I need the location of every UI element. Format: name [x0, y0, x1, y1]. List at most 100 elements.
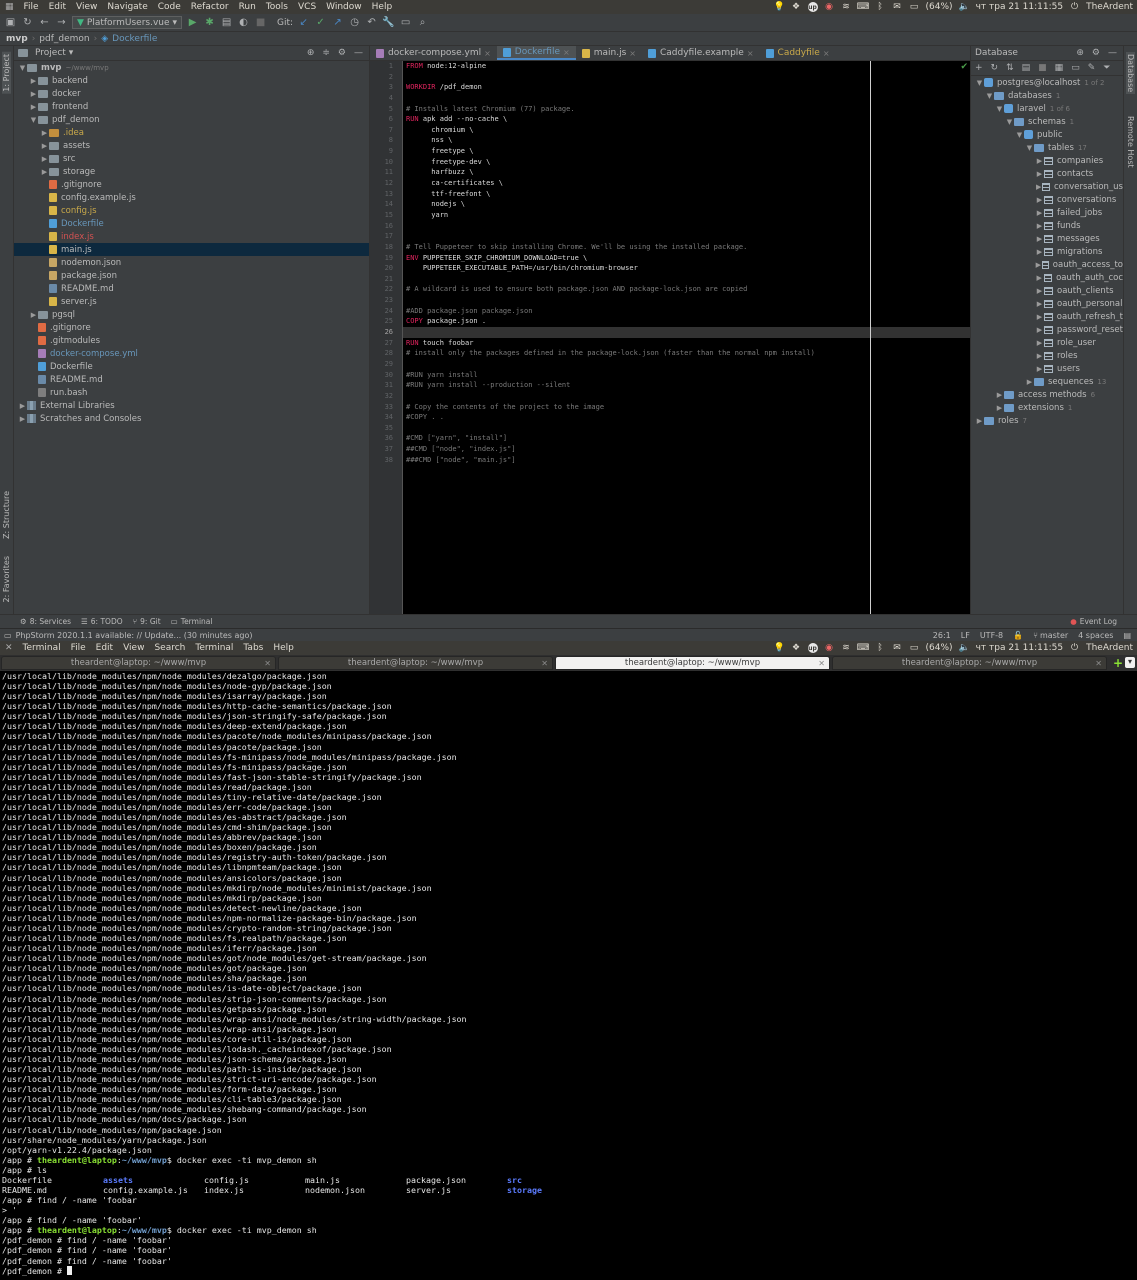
db-tree-item[interactable]: ▶ funds [971, 219, 1123, 232]
tree-item[interactable]: config.js [14, 204, 369, 217]
menu-window[interactable]: Window [321, 2, 367, 12]
user-name[interactable]: TheArdent [1086, 2, 1133, 12]
wifi-icon[interactable]: ≋ [841, 643, 852, 653]
keyboard-layout-icon[interactable]: ⌨ [857, 2, 870, 12]
close-icon[interactable]: × [747, 49, 754, 58]
status-message[interactable]: PhpStorm 2020.1.1 available: // Update..… [16, 631, 253, 640]
chevron-down-icon[interactable]: ▼ [975, 79, 984, 87]
power-icon[interactable]: ⏻ [1069, 2, 1080, 12]
chevron-right-icon[interactable]: ▶ [18, 415, 27, 423]
db-tree-item[interactable]: ▼ laravel 1 of 6 [971, 102, 1123, 115]
chevron-right-icon[interactable]: ▶ [1035, 248, 1044, 256]
chevron-right-icon[interactable]: ▶ [40, 129, 49, 137]
code-line[interactable]: ENV PUPPETEER_SKIP_CHROMIUM_DOWNLOAD=tru… [403, 253, 970, 264]
stop-icon[interactable]: ■ [254, 16, 267, 29]
db-tree-item[interactable]: ▶ users [971, 362, 1123, 375]
tree-item[interactable]: ▼ mvp ~/www/mvp [14, 61, 369, 74]
db-tree-item[interactable]: ▶ failed_jobs [971, 206, 1123, 219]
back-icon[interactable]: ← [38, 16, 51, 29]
tree-item[interactable]: Dockerfile [14, 360, 369, 373]
editor-tab[interactable]: main.js × [576, 46, 642, 60]
tree-item[interactable]: ▶ frontend [14, 100, 369, 113]
services-tool-button[interactable]: ⚙ 8: Services [20, 617, 71, 626]
chevron-right-icon[interactable]: ▶ [1035, 157, 1044, 165]
chevron-right-icon[interactable]: ▶ [1035, 261, 1042, 269]
chevron-right-icon[interactable]: ▶ [1035, 196, 1044, 204]
chevron-down-icon[interactable]: ▼ [18, 64, 27, 72]
chevron-right-icon[interactable]: ▶ [29, 103, 38, 111]
upwork-icon[interactable]: up [807, 643, 818, 653]
db-tree-item[interactable]: ▶ migrations [971, 245, 1123, 258]
menu-edit[interactable]: Edit [44, 2, 71, 12]
code-line[interactable]: ca-certificates \ [403, 178, 970, 189]
run-config-select[interactable]: ▼ PlatformUsers.vue ▾ [72, 16, 183, 29]
menu-code[interactable]: Code [153, 2, 186, 12]
git-update-icon[interactable]: ↙ [297, 16, 310, 29]
tree-item[interactable]: config.example.js [14, 191, 369, 204]
code-line[interactable]: ttf-freefont \ [403, 189, 970, 200]
indent-setting[interactable]: 4 spaces [1078, 631, 1113, 640]
close-icon[interactable]: × [484, 49, 491, 58]
close-icon[interactable]: × [563, 48, 570, 57]
save-icon[interactable]: ▣ [4, 16, 17, 29]
tree-item[interactable]: ▶ storage [14, 165, 369, 178]
locate-icon[interactable]: ⊕ [307, 48, 315, 58]
chevron-right-icon[interactable]: ▶ [1035, 326, 1044, 334]
filter-icon[interactable]: ⏷ [1103, 63, 1110, 73]
chevron-down-icon[interactable]: ▼ [995, 105, 1004, 113]
db-tree-item[interactable]: ▶ oauth_auth_coc [971, 271, 1123, 284]
chevron-down-icon[interactable]: ▼ [29, 116, 38, 124]
close-icon[interactable]: ✕ [1095, 659, 1102, 668]
menu-navigate[interactable]: Navigate [102, 2, 152, 12]
chevron-right-icon[interactable]: ▶ [1035, 365, 1044, 373]
properties-icon[interactable]: ▤ [1022, 63, 1031, 73]
close-icon[interactable]: × [823, 49, 830, 58]
line-separator[interactable]: LF [961, 631, 970, 640]
db-tree-item[interactable]: ▶ role_user [971, 336, 1123, 349]
table-icon[interactable]: ▦ [1055, 63, 1064, 73]
tree-item[interactable]: README.md [14, 373, 369, 386]
code-line[interactable] [403, 295, 970, 306]
code-line[interactable]: # Installs latest Chromium (77) package. [403, 104, 970, 115]
code-line[interactable]: #CMD ["yarn", "install"] [403, 433, 970, 444]
chevron-right-icon[interactable]: ▶ [29, 311, 38, 319]
menu-file[interactable]: File [19, 2, 44, 12]
tree-item[interactable]: main.js [14, 243, 369, 256]
menu-view[interactable]: View [118, 643, 149, 653]
refresh-icon[interactable]: ↻ [991, 63, 999, 73]
chevron-down-icon[interactable]: ▼ [1015, 131, 1024, 139]
dropbox-icon[interactable]: ❖ [791, 2, 802, 12]
db-tree-item[interactable]: ▶ roles [971, 349, 1123, 362]
git-rollback-icon[interactable]: ↶ [365, 16, 378, 29]
collapse-all-icon[interactable]: ≑ [322, 48, 330, 58]
chevron-right-icon[interactable]: ▶ [1035, 209, 1044, 217]
keyboard-layout-icon[interactable]: ⌨ [857, 643, 870, 653]
code-line[interactable]: nodejs \ [403, 199, 970, 210]
code-line[interactable]: COPY package.json . [403, 316, 970, 327]
chevron-right-icon[interactable]: ▶ [40, 168, 49, 176]
chevron-right-icon[interactable]: ▶ [1035, 183, 1042, 191]
chevron-right-icon[interactable]: ▶ [29, 77, 38, 85]
editor-tab[interactable]: docker-compose.yml × [370, 46, 497, 60]
bluetooth-icon[interactable]: ᛒ [875, 2, 886, 12]
tree-item[interactable]: .gitignore [14, 178, 369, 191]
tree-item[interactable]: ▶ Scratches and Consoles [14, 412, 369, 425]
code-line[interactable] [403, 391, 970, 402]
memory-icon[interactable]: ▤ [1123, 631, 1131, 640]
code-line[interactable] [403, 359, 970, 370]
chevron-right-icon[interactable]: ▶ [1035, 287, 1044, 295]
db-tree-item[interactable]: ▶ access methods 6 [971, 388, 1123, 401]
stop-icon[interactable]: ■ [1038, 63, 1047, 73]
event-log-button[interactable]: ● Event Log [1070, 617, 1137, 626]
sync-icon[interactable]: ↻ [21, 16, 34, 29]
db-tree-item[interactable]: ▶ companies [971, 154, 1123, 167]
tree-item[interactable]: ▼ pdf_demon [14, 113, 369, 126]
db-tree-item[interactable]: ▶ oauth_refresh_t [971, 310, 1123, 323]
menu-file[interactable]: File [66, 643, 91, 653]
volume-icon[interactable]: 🔈 [958, 2, 969, 12]
close-icon[interactable]: × [629, 49, 636, 58]
code-area[interactable]: FROM node:12-alpine WORKDIR /pdf_demon # I… [403, 61, 970, 614]
breadcrumb-item[interactable]: mvp [6, 34, 28, 44]
edit-icon[interactable]: ✎ [1088, 63, 1096, 73]
menu-vcs[interactable]: VCS [293, 2, 321, 12]
